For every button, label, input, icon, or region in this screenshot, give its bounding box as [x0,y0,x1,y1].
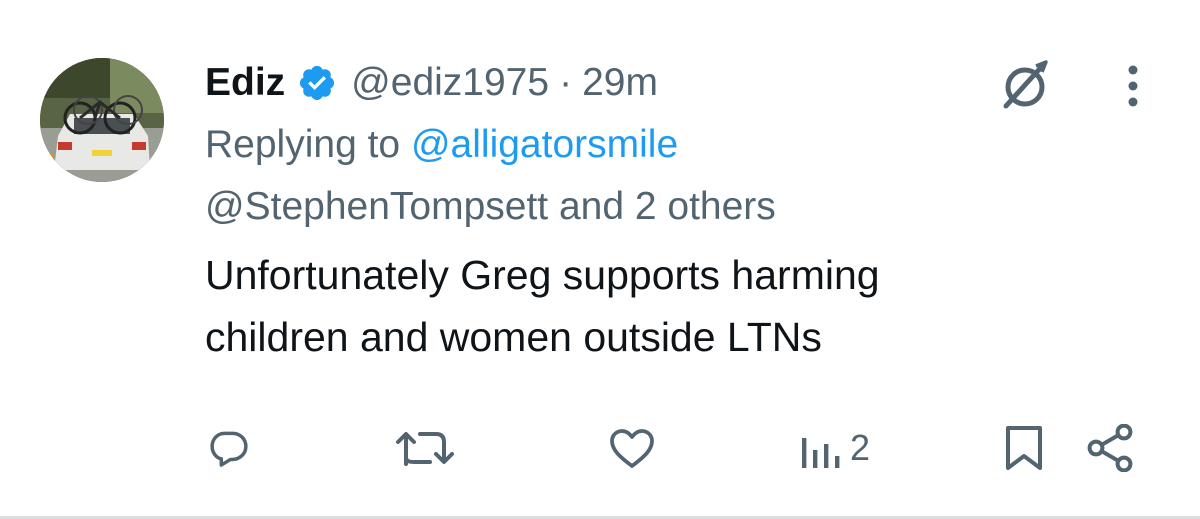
avatar[interactable] [40,58,164,182]
tweet-text: Unfortunately Greg supports harming chil… [205,244,1105,368]
tweet-actions: 2 [0,418,1200,478]
like-button[interactable] [608,418,656,478]
header-separator: · [559,61,573,104]
retweet-icon [396,432,454,466]
share-button[interactable] [1086,418,1136,478]
reply-mention-link[interactable]: @alligatorsmile [411,123,678,166]
verified-badge-icon [297,63,337,103]
reply-button[interactable] [207,418,251,478]
grok-icon[interactable] [998,58,1052,112]
retweet-button[interactable] [392,418,458,478]
bookmark-button[interactable] [1004,418,1044,478]
avatar-image [40,58,164,182]
tweet-text-line: children and women outside LTNs [205,314,822,360]
share-icon [1087,424,1133,472]
views-button[interactable]: 2 [800,418,870,478]
views-icon [802,438,840,468]
replying-to-label: Replying to [205,123,401,166]
bookmark-icon [1006,426,1042,470]
like-icon [610,429,654,468]
tweet-timestamp[interactable]: 29m [582,52,658,114]
tweet-header: Ediz @ediz1975 · 29m [205,52,1105,114]
reply-icon [210,431,248,467]
tweet[interactable]: Ediz @ediz1975 · 29m Replying to @alliga… [0,0,1200,519]
author-name[interactable]: Ediz [205,52,285,114]
more-options-icon[interactable] [1118,64,1148,110]
author-handle[interactable]: @ediz1975 [351,52,549,114]
reply-mentions-more-link[interactable]: @StephenTompsett and 2 others [205,176,1105,238]
tweet-content: Ediz @ediz1975 · 29m Replying to @alliga… [205,52,1105,368]
replying-to-line: Replying to @alligatorsmile [205,114,1105,176]
tweet-text-line: Unfortunately Greg supports harming [205,252,880,298]
views-count: 2 [850,427,871,468]
